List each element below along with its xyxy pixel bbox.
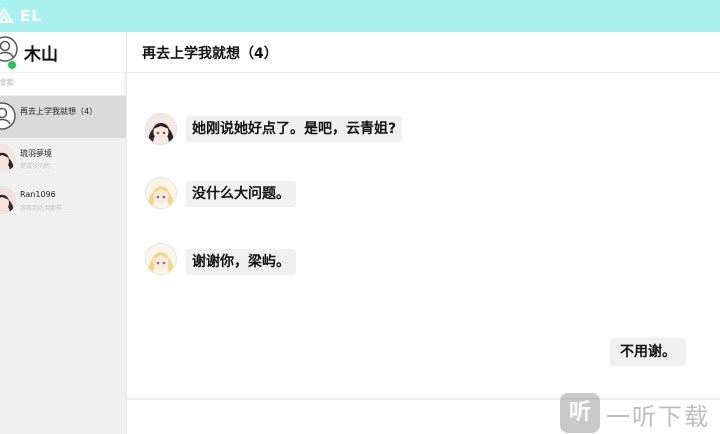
contact-item[interactable]: 琉羽夢境 是或没同的: [0, 138, 126, 180]
contact-preview: 是或没同的: [20, 163, 51, 170]
contact-name: Ran1096: [20, 190, 56, 199]
user-name: 木山: [24, 45, 58, 65]
blonde-girl-avatar[interactable]: [145, 177, 177, 209]
user-avatar-icon: [0, 36, 18, 62]
user-profile[interactable]: 木山: [0, 32, 126, 72]
default-avatar-icon: [0, 102, 16, 130]
dark-hair-girl-avatar: [0, 144, 16, 172]
contact-name: 再去上学我就想（4）: [20, 107, 98, 116]
sidebar: 木山 搜索 再去上学我就想（4） 琉羽夢境 是或没同的 Ran1096 等我到达…: [0, 32, 126, 434]
my-message-bubble: 不用谢。: [610, 338, 686, 366]
message-bubble: 她刚说她好点了。是吧，云青姐?: [186, 116, 403, 142]
watermark-logo-icon: 听: [560, 393, 600, 433]
title-bar: EL: [0, 0, 720, 32]
dark-hair-girl-avatar: [0, 186, 16, 214]
watermark: 听 一听下载: [560, 393, 720, 434]
app-name: EL: [20, 7, 42, 25]
sidebar-divider: [126, 32, 127, 434]
dark-hair-girl-avatar[interactable]: [145, 113, 177, 145]
contact-name: 琉羽夢境: [20, 149, 52, 158]
search-input[interactable]: 搜索: [0, 73, 124, 95]
contact-item[interactable]: Ran1096 等我到达到那样...: [0, 180, 126, 222]
online-status-indicator: [7, 60, 17, 70]
chat-header: 再去上学我就想（4）: [127, 32, 720, 73]
contact-preview: 等我到达到那样...: [20, 205, 68, 212]
search-placeholder: 搜索: [0, 78, 14, 87]
contact-item-group[interactable]: 再去上学我就想（4）: [0, 96, 126, 138]
blonde-girl-avatar[interactable]: [145, 243, 177, 275]
message-bubble: 谢谢你，梁屿。: [186, 249, 296, 275]
chat-title: 再去上学我就想（4）: [142, 46, 278, 62]
app-logo-icon: [0, 7, 14, 23]
watermark-text: 一听下载: [606, 403, 710, 431]
message-bubble: 没什么大问题。: [186, 181, 296, 207]
